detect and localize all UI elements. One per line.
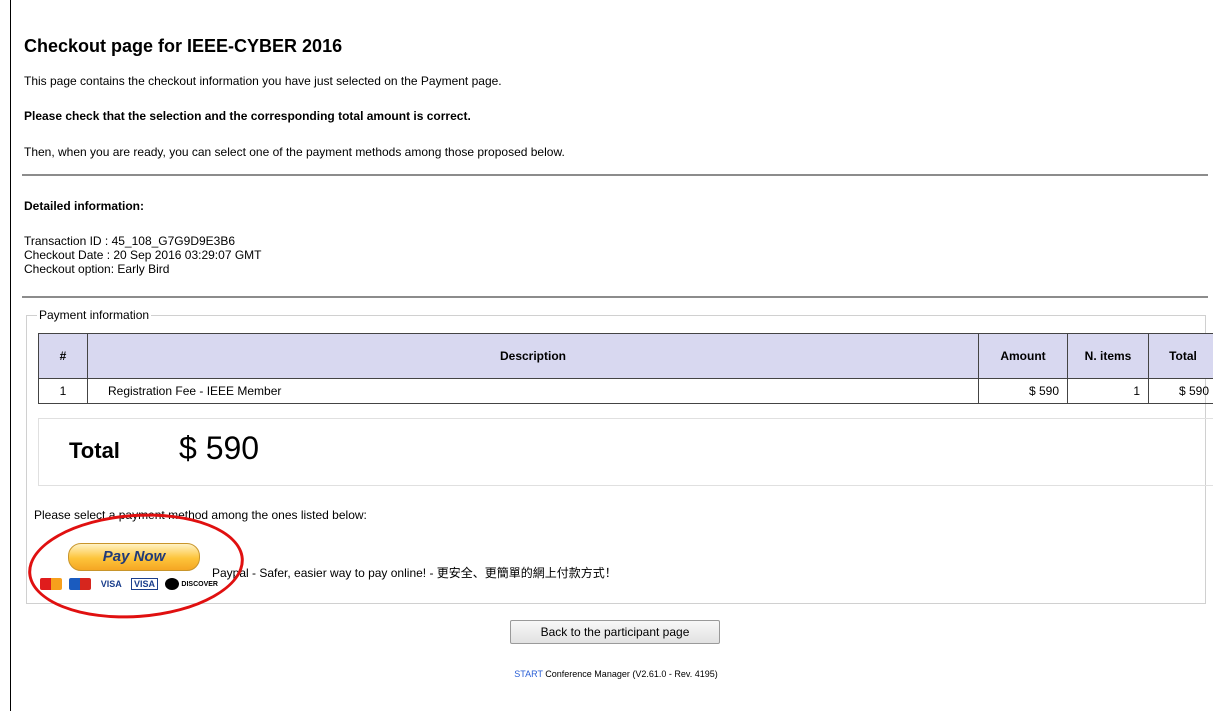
intro-text: This page contains the checkout informat… xyxy=(24,74,502,88)
table-header-row: # Description Amount N. items Total xyxy=(38,333,1213,379)
paypal-description: Paypal - Safer, easier way to pay online… xyxy=(212,566,617,580)
discover-label: DISCOVER xyxy=(181,580,218,588)
maestro-icon xyxy=(69,577,92,590)
visa-icon: VISA xyxy=(100,578,122,589)
transaction-id: Transaction ID : 45_108_G7G9D9E3B6 xyxy=(24,234,236,248)
discover-icon: DISCOVER xyxy=(165,577,218,590)
visa-electron-icon: VISA xyxy=(131,577,159,590)
checkout-date: Checkout Date : 20 Sep 2016 03:29:07 GMT xyxy=(24,248,262,262)
total-value: $ 590 xyxy=(179,430,260,466)
payment-items-table: # Description Amount N. items Total 1 Re… xyxy=(38,333,1213,404)
paypal-pay-now-button[interactable]: Pay Now xyxy=(68,543,200,571)
footer-text: Conference Manager (V2.61.0 - Rev. 4195) xyxy=(542,669,718,679)
discover-logo-icon xyxy=(165,577,180,590)
total-box: Total $ 590 xyxy=(38,418,1213,486)
page-left-border xyxy=(10,0,11,711)
accepted-cards: VISA VISA DISCOVER xyxy=(40,576,222,590)
row-total: $ 590 xyxy=(1148,378,1213,404)
column-header-description: Description xyxy=(87,333,979,379)
back-to-participant-button[interactable]: Back to the participant page xyxy=(510,620,720,644)
table-row: 1 Registration Fee - IEEE Member $ 590 1… xyxy=(38,378,1213,404)
divider xyxy=(22,296,1208,298)
row-n-items: 1 xyxy=(1067,378,1149,404)
footer: START Conference Manager (V2.61.0 - Rev.… xyxy=(24,669,1208,679)
checkout-option: Checkout option: Early Bird xyxy=(24,262,170,276)
details-block: Transaction ID : 45_108_G7G9D9E3B6 Check… xyxy=(24,234,261,276)
check-notice: Please check that the selection and the … xyxy=(24,109,471,123)
payment-method-prompt: Please select a payment method among the… xyxy=(34,508,367,522)
column-header-number: # xyxy=(38,333,88,379)
column-header-n-items: N. items xyxy=(1067,333,1149,379)
details-heading: Detailed information: xyxy=(24,199,145,213)
payment-legend: Payment information xyxy=(39,308,150,322)
row-description: Registration Fee - IEEE Member xyxy=(87,378,979,404)
total-label: Total xyxy=(69,438,120,463)
ready-notice: Then, when you are ready, you can select… xyxy=(24,145,565,159)
row-amount: $ 590 xyxy=(978,378,1068,404)
column-header-amount: Amount xyxy=(978,333,1068,379)
row-number: 1 xyxy=(38,378,88,404)
start-link[interactable]: START xyxy=(514,669,543,679)
mastercard-icon xyxy=(40,577,62,590)
divider xyxy=(22,174,1208,176)
column-header-total: Total xyxy=(1148,333,1213,379)
page-title: Checkout page for IEEE-CYBER 2016 xyxy=(24,36,343,56)
